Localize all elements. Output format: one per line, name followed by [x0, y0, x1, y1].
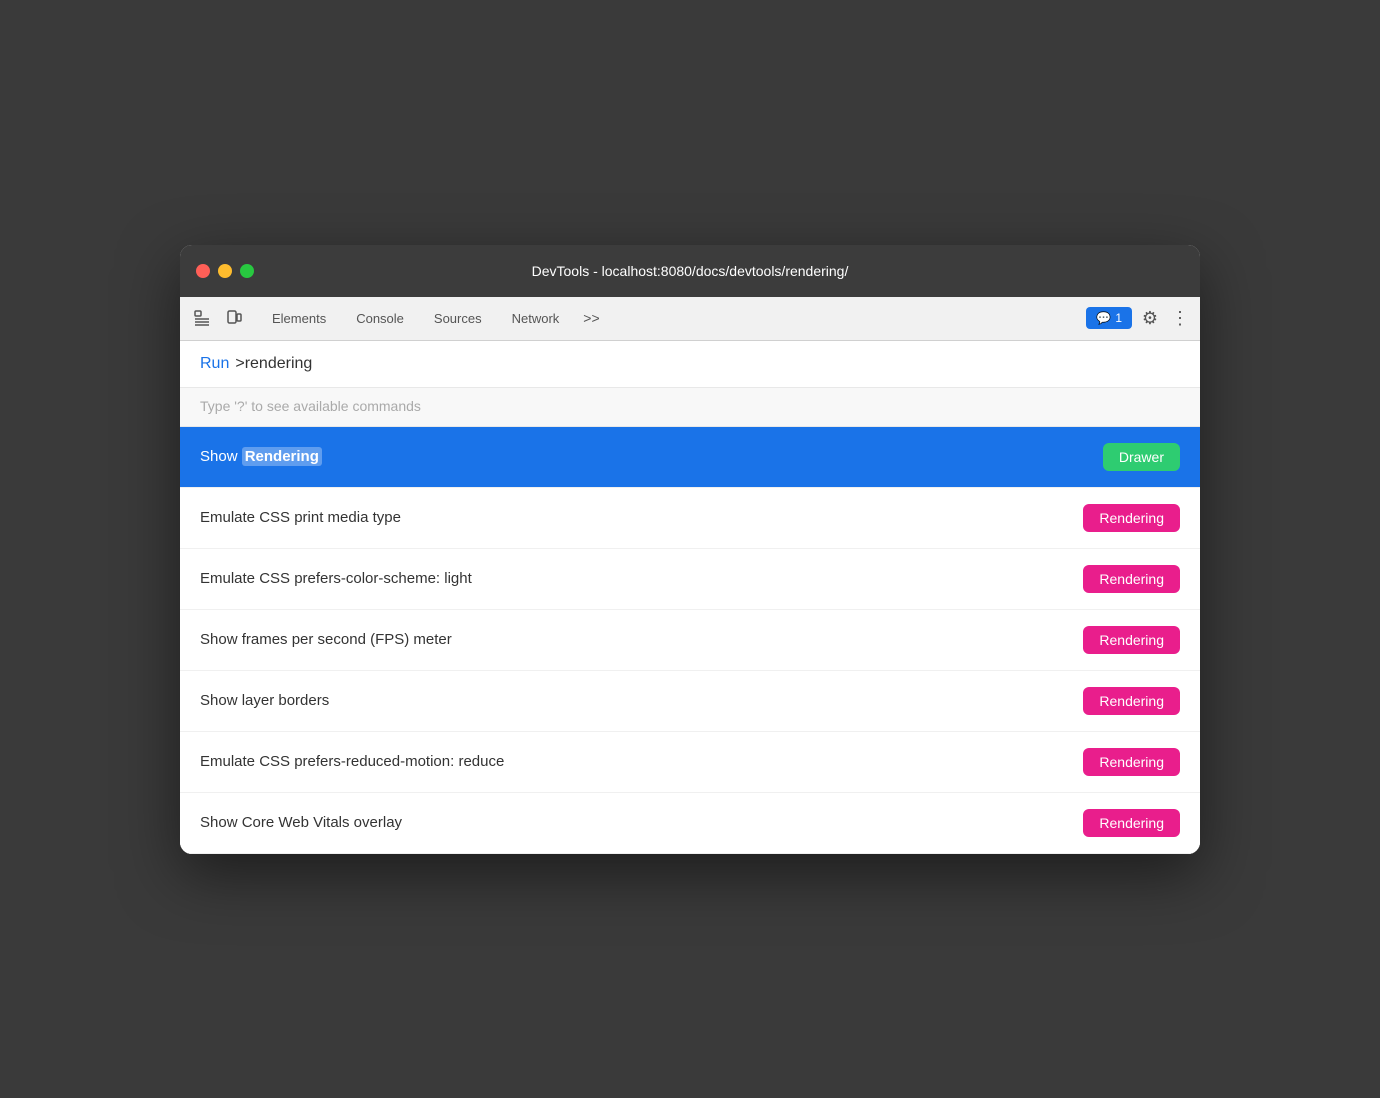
run-bar: Run >rendering — [180, 341, 1200, 388]
command-item-layer-borders[interactable]: Show layer borders Rendering — [180, 671, 1200, 732]
command-text-reduced-motion: Emulate CSS prefers-reduced-motion: redu… — [200, 753, 504, 770]
badge-rendering-1[interactable]: Rendering — [1083, 504, 1180, 532]
badge-count: 1 — [1115, 311, 1122, 325]
settings-button[interactable]: ⚙ — [1134, 302, 1166, 334]
command-item-color-scheme[interactable]: Emulate CSS prefers-color-scheme: light … — [180, 549, 1200, 610]
close-button[interactable] — [196, 264, 210, 278]
main-content: Run >rendering Type '?' to see available… — [180, 341, 1200, 854]
badge-rendering-3[interactable]: Rendering — [1083, 626, 1180, 654]
command-item-css-print[interactable]: Emulate CSS print media type Rendering — [180, 488, 1200, 549]
traffic-lights — [196, 264, 254, 278]
window-title: DevTools - localhost:8080/docs/devtools/… — [532, 263, 849, 279]
badge-rendering-2[interactable]: Rendering — [1083, 565, 1180, 593]
badge-rendering-4[interactable]: Rendering — [1083, 687, 1180, 715]
badge-icon: 💬 — [1096, 311, 1111, 325]
tab-bar-icons — [188, 304, 248, 332]
tab-network[interactable]: Network — [498, 305, 574, 332]
command-list: Show Rendering Drawer Emulate CSS print … — [180, 427, 1200, 854]
tab-elements[interactable]: Elements — [258, 305, 340, 332]
run-command: >rendering — [235, 355, 312, 373]
title-bar: DevTools - localhost:8080/docs/devtools/… — [180, 245, 1200, 297]
command-text-css-print: Emulate CSS print media type — [200, 509, 401, 526]
command-text-show-rendering: Show Rendering — [200, 448, 322, 465]
tab-console[interactable]: Console — [342, 305, 418, 332]
command-item-core-web-vitals[interactable]: Show Core Web Vitals overlay Rendering — [180, 793, 1200, 854]
tab-more-button[interactable]: >> — [575, 306, 607, 330]
command-item-reduced-motion[interactable]: Emulate CSS prefers-reduced-motion: redu… — [180, 732, 1200, 793]
device-icon[interactable] — [220, 304, 248, 332]
badge-rendering-6[interactable]: Rendering — [1083, 809, 1180, 837]
search-bar[interactable]: Type '?' to see available commands — [180, 388, 1200, 427]
inspect-icon[interactable] — [188, 304, 216, 332]
more-options-button[interactable]: ⋮ — [1168, 302, 1192, 334]
run-label: Run — [200, 355, 229, 373]
command-text-layer-borders: Show layer borders — [200, 692, 329, 709]
badge-drawer[interactable]: Drawer — [1103, 443, 1180, 471]
tab-bar: Elements Console Sources Network >> 💬 1 … — [180, 297, 1200, 341]
badge-notifications[interactable]: 💬 1 — [1086, 307, 1132, 329]
command-item-show-rendering[interactable]: Show Rendering Drawer — [180, 427, 1200, 488]
devtools-window: DevTools - localhost:8080/docs/devtools/… — [180, 245, 1200, 854]
maximize-button[interactable] — [240, 264, 254, 278]
command-item-fps-meter[interactable]: Show frames per second (FPS) meter Rende… — [180, 610, 1200, 671]
command-text-core-web-vitals: Show Core Web Vitals overlay — [200, 814, 402, 831]
tab-sources[interactable]: Sources — [420, 305, 496, 332]
command-text-fps-meter: Show frames per second (FPS) meter — [200, 631, 452, 648]
command-text-color-scheme: Emulate CSS prefers-color-scheme: light — [200, 570, 472, 587]
badge-rendering-5[interactable]: Rendering — [1083, 748, 1180, 776]
minimize-button[interactable] — [218, 264, 232, 278]
search-placeholder: Type '?' to see available commands — [200, 398, 421, 414]
